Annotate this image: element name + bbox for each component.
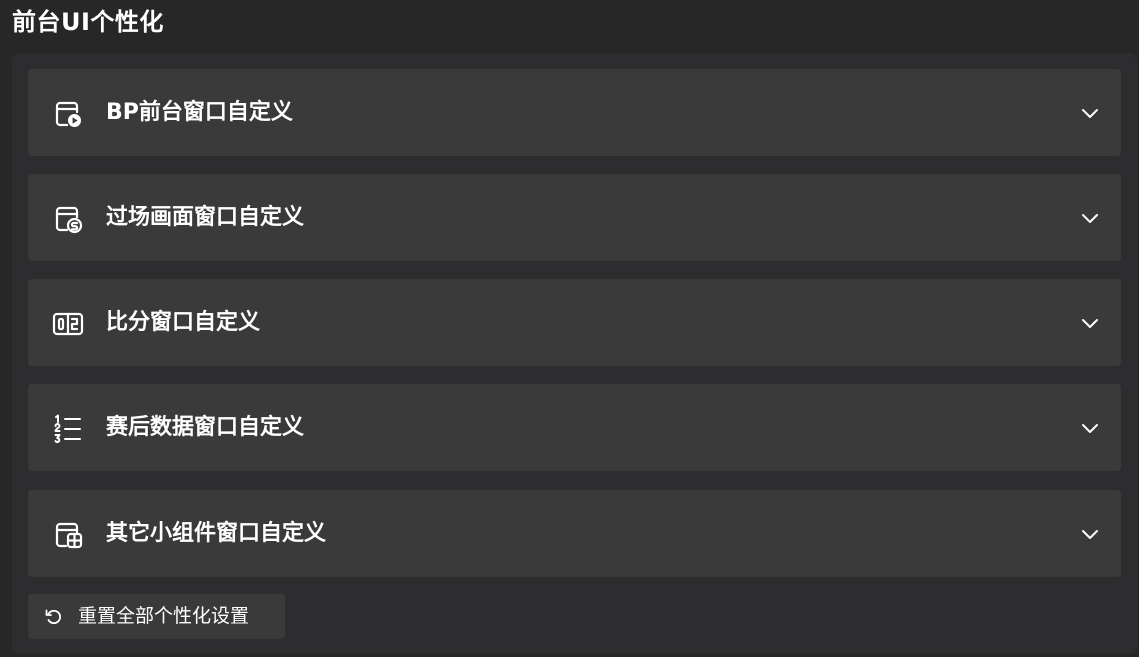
section-label: 其它小组件窗口自定义 — [106, 521, 327, 546]
window-transition-icon — [52, 203, 84, 235]
numbered-list-icon — [52, 413, 84, 445]
chevron-down-icon[interactable] — [1079, 312, 1101, 334]
section-label: 赛后数据窗口自定义 — [106, 415, 305, 440]
chevron-down-icon[interactable] — [1079, 102, 1101, 124]
chevron-down-icon[interactable] — [1079, 523, 1101, 545]
section-score-window[interactable]: 比分窗口自定义 — [28, 279, 1121, 366]
section-transition-window[interactable]: 过场画面窗口自定义 — [28, 174, 1121, 261]
customization-panel: BP前台窗口自定义 过场画面窗口自定义 比分窗口自定义 赛后数据窗口自定义 其它… — [12, 53, 1137, 654]
section-label: BP前台窗口自定义 — [106, 100, 293, 125]
section-label: 比分窗口自定义 — [106, 310, 261, 335]
reset-button-label: 重置全部个性化设置 — [78, 605, 250, 627]
chevron-down-icon[interactable] — [1079, 417, 1101, 439]
window-widgets-icon — [52, 519, 84, 551]
score-columns-icon — [52, 308, 84, 340]
section-widgets-window[interactable]: 其它小组件窗口自定义 — [28, 490, 1121, 577]
page-title: 前台UI个性化 — [12, 8, 164, 36]
section-label: 过场画面窗口自定义 — [106, 205, 305, 230]
section-bp-window[interactable]: BP前台窗口自定义 — [28, 69, 1121, 156]
window-play-icon — [52, 98, 84, 130]
chevron-down-icon[interactable] — [1079, 207, 1101, 229]
reset-all-button[interactable]: 重置全部个性化设置 — [28, 594, 285, 639]
undo-icon — [44, 607, 63, 626]
section-postgame-data-window[interactable]: 赛后数据窗口自定义 — [28, 384, 1121, 471]
